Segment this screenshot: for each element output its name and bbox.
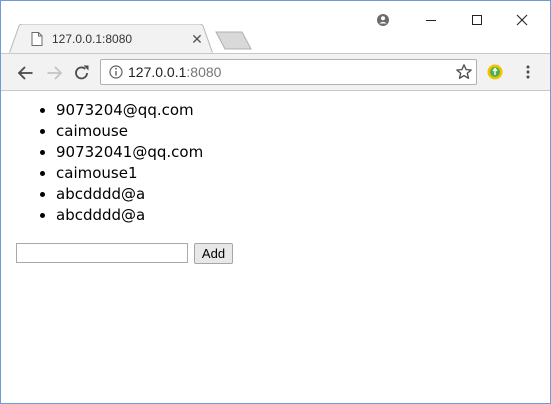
list-item: 9073204@qq.com	[56, 100, 203, 121]
page-icon	[31, 32, 43, 46]
info-icon[interactable]	[109, 65, 123, 79]
tab-close-icon[interactable]: ✕	[190, 32, 204, 46]
back-arrow-icon[interactable]	[16, 63, 36, 83]
email-input[interactable]	[16, 243, 188, 263]
close-icon[interactable]	[511, 9, 533, 31]
address-url[interactable]: 127.0.0.1:8080	[128, 64, 221, 80]
list-item: caimouse1	[56, 163, 203, 184]
browser-window: 127.0.0.1:8080 ✕ 127.0.0.1:8080 • 907320…	[0, 0, 551, 404]
user-icon[interactable]	[372, 9, 394, 31]
new-tab-button[interactable]	[215, 31, 253, 50]
url-port: :8080	[186, 64, 222, 80]
menu-dots-icon[interactable]	[519, 63, 537, 81]
page-content: 9073204@qq.com caimouse 90732041@qq.com …	[1, 91, 550, 403]
list-item: abcdddd@a	[56, 184, 203, 205]
add-button[interactable]: Add	[194, 243, 233, 264]
tab-title: 127.0.0.1:8080	[52, 32, 133, 46]
star-icon[interactable]	[455, 63, 473, 81]
extension-icon[interactable]	[486, 63, 504, 81]
list-item: caimouse	[56, 121, 203, 142]
email-list: 9073204@qq.com caimouse 90732041@qq.com …	[16, 100, 203, 226]
list-item: abcdddd@a	[56, 205, 203, 226]
list-item: 90732041@qq.com	[56, 142, 203, 163]
maximize-icon[interactable]	[466, 9, 488, 31]
minimize-icon[interactable]	[420, 9, 442, 31]
forward-arrow-icon[interactable]	[44, 63, 64, 83]
reload-icon[interactable]	[72, 63, 92, 83]
url-host: 127.0.0.1	[128, 64, 187, 80]
